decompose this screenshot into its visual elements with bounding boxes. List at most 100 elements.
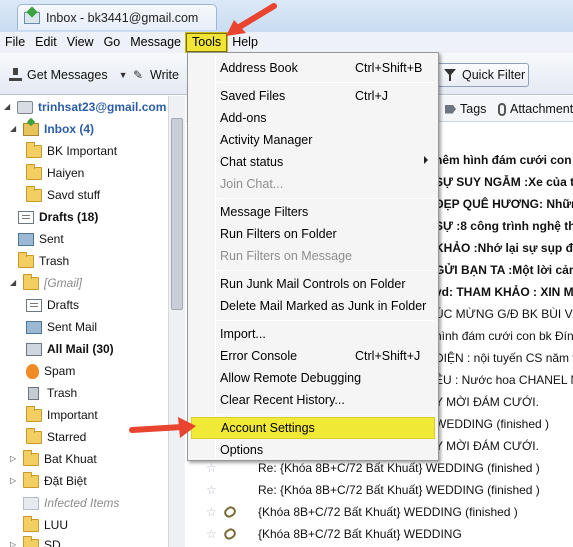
window-title: Inbox - bk3441@gmail.com — [46, 10, 199, 25]
trash-icon — [28, 386, 39, 400]
menu-item-chat-status[interactable]: Chat status — [191, 151, 435, 173]
folder-account[interactable]: ◢ trinhsat23@gmail.com — [4, 96, 166, 118]
folder-icon — [23, 273, 39, 290]
chevron-down-icon[interactable]: ▼ — [119, 70, 128, 80]
list-item[interactable]: ☆ Re: {Khóa 8B+C/72 Bất Khuất} WEDDING (… — [186, 479, 573, 501]
menu-separator — [217, 82, 434, 83]
folder-inbox[interactable]: ◢ Inbox (4) — [10, 118, 94, 140]
folder-haiyen[interactable]: Haiyen — [26, 162, 84, 184]
column-tags[interactable]: Tags — [445, 102, 486, 116]
folder-bk-important[interactable]: BK Important — [26, 140, 117, 162]
menu-item-run-filters-on-message: Run Filters on Message — [220, 249, 353, 263]
expand-icon[interactable]: ▷ — [10, 541, 18, 547]
folder-sd[interactable]: ▷ SD — [10, 534, 61, 547]
folder-icon — [26, 141, 42, 158]
annotation-arrow-account-settings — [129, 417, 196, 438]
collapse-icon[interactable]: ◢ — [10, 279, 18, 287]
spam-icon — [26, 363, 39, 379]
folder-icon — [23, 471, 39, 488]
folder-sent-mail[interactable]: Sent Mail — [26, 316, 97, 338]
title-bar: Inbox - bk3441@gmail.com — [0, 0, 573, 32]
folder-savd-stuff[interactable]: Savd stuff — [26, 184, 100, 206]
column-attachment[interactable]: Attachment — [498, 102, 573, 116]
menu-item-join-chat: Join Chat... — [220, 177, 284, 191]
folder-gmail-drafts[interactable]: Drafts — [26, 294, 79, 316]
menu-item-error-console[interactable]: Error Console Ctrl+Shift+J — [191, 345, 435, 367]
star-icon[interactable]: ☆ — [206, 461, 217, 475]
paperclip-icon — [498, 102, 506, 116]
folder-scrollbar[interactable] — [168, 96, 185, 547]
submenu-arrow-icon — [424, 156, 428, 164]
folder-icon — [26, 427, 42, 444]
folder-icon — [23, 535, 39, 547]
folder-important[interactable]: Important — [26, 404, 98, 426]
menu-item-activity-manager[interactable]: Activity Manager — [191, 129, 435, 151]
folder-bat-khuat[interactable]: ▷ Bat Khuat — [10, 448, 97, 470]
folder-gmail[interactable]: ◢ [Gmail] — [10, 272, 82, 294]
write-button[interactable]: ✎ Write — [133, 66, 179, 84]
menu-item-account-settings[interactable]: Account Settings — [191, 417, 435, 439]
menu-item-options[interactable]: Options — [191, 439, 435, 461]
menu-item-message-filters[interactable]: Message Filters — [191, 201, 435, 223]
folder-sent[interactable]: Sent — [18, 228, 64, 250]
inbox-icon — [23, 122, 39, 136]
folder-luu[interactable]: LUU — [23, 514, 68, 536]
attachment-icon — [222, 526, 238, 542]
expand-icon[interactable]: ▷ — [10, 455, 18, 463]
tools-menu-dropdown: Address Book Ctrl+Shift+B Saved Files Ct… — [187, 52, 439, 461]
star-icon[interactable]: ☆ — [206, 505, 217, 519]
collapse-icon[interactable]: ◢ — [4, 103, 12, 111]
folder-spam[interactable]: Spam — [26, 360, 75, 382]
menu-separator — [217, 270, 434, 271]
account-icon — [17, 100, 33, 114]
menu-message[interactable]: Message — [125, 33, 186, 52]
drafts-icon — [18, 210, 34, 224]
scrollbar-thumb[interactable] — [171, 118, 183, 310]
funnel-icon — [444, 69, 456, 81]
quick-filter-button[interactable]: Quick Filter — [437, 63, 529, 87]
list-item[interactable]: ☆ {Khóa 8B+C/72 Bất Khuất} WEDDING — [186, 523, 573, 545]
folder-pane: ◢ trinhsat23@gmail.com ◢ Inbox (4) BK Im… — [0, 96, 168, 547]
folder-trash[interactable]: Trash — [18, 250, 69, 272]
folder-drafts[interactable]: Drafts (18) — [18, 206, 98, 228]
collapse-icon[interactable]: ◢ — [10, 125, 18, 133]
menu-separator — [217, 198, 434, 199]
star-icon[interactable]: ☆ — [206, 483, 217, 497]
list-item[interactable]: ☆ {Khóa 8B+C/72 Bất Khuất} WEDDING (fini… — [186, 501, 573, 523]
annotation-arrow-tools — [226, 3, 277, 36]
pen-icon: ✎ — [133, 68, 144, 82]
menu-item-run-junk-controls[interactable]: Run Junk Mail Controls on Folder — [191, 273, 435, 295]
menu-go[interactable]: Go — [99, 33, 126, 52]
folder-icon — [23, 449, 39, 466]
menu-item-remote-debugging[interactable]: Allow Remote Debugging — [191, 367, 435, 389]
menu-item-clear-history[interactable]: Clear Recent History... — [191, 389, 435, 411]
menu-tools[interactable]: Tools — [184, 32, 229, 53]
folder-icon — [26, 163, 42, 180]
menu-file[interactable]: File — [0, 33, 30, 52]
folder-infected-items[interactable]: Infected Items — [23, 492, 119, 514]
menu-edit[interactable]: Edit — [30, 33, 62, 52]
menu-item-import[interactable]: Import... — [191, 323, 435, 345]
folder-starred[interactable]: Starred — [26, 426, 86, 448]
menu-item-saved-files[interactable]: Saved Files Ctrl+J — [191, 85, 435, 107]
folder-icon — [23, 515, 39, 532]
folder-icon — [26, 405, 42, 422]
menu-separator — [217, 414, 434, 415]
menu-item-run-filters-on-folder[interactable]: Run Filters on Folder — [191, 223, 435, 245]
get-messages-button[interactable]: Get Messages ▼ — [9, 66, 128, 84]
menu-bar: File Edit View Go Message Tools Help — [0, 32, 573, 53]
window-tab[interactable]: Inbox - bk3441@gmail.com — [17, 4, 217, 30]
folder-icon — [26, 185, 42, 202]
menu-item-address-book[interactable]: Address Book Ctrl+Shift+B — [191, 57, 435, 79]
menu-item-add-ons[interactable]: Add-ons — [191, 107, 435, 129]
get-messages-label: Get Messages — [27, 68, 108, 82]
folder-gmail-trash[interactable]: Trash — [26, 382, 77, 404]
star-icon[interactable]: ☆ — [206, 527, 217, 541]
folder-icon — [23, 496, 39, 510]
sent-icon — [18, 232, 34, 246]
expand-icon[interactable]: ▷ — [10, 477, 18, 485]
menu-item-delete-junk[interactable]: Delete Mail Marked as Junk in Folder — [191, 295, 435, 317]
menu-view[interactable]: View — [62, 33, 99, 52]
folder-dat-biet[interactable]: ▷ Đặt Biệt — [10, 470, 87, 492]
folder-all-mail[interactable]: All Mail (30) — [26, 338, 114, 360]
